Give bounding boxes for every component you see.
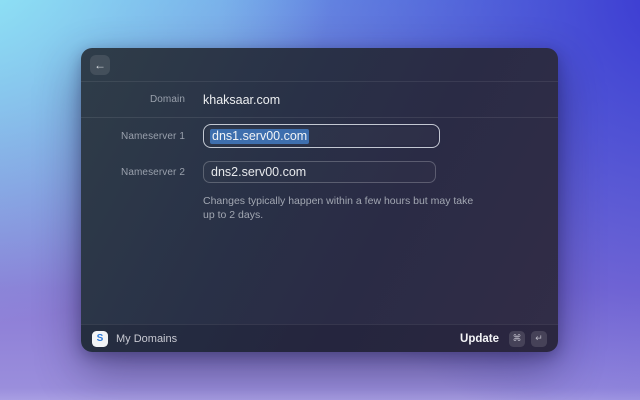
nameserver1-label: Nameserver 1 <box>121 130 185 142</box>
my-domains-edit-window: ← Domain khaksaar.com Nameserver 1 dns1.… <box>81 48 558 352</box>
command-key-icon: ⌘ <box>509 330 525 347</box>
app-name: My Domains <box>116 332 178 345</box>
domain-value: khaksaar.com <box>203 92 281 107</box>
update-button[interactable]: Update <box>460 333 499 345</box>
domain-label: Domain <box>149 94 185 105</box>
window-header: ← <box>81 48 558 82</box>
serv00-logo-letter: S <box>96 333 104 344</box>
nameserver1-input[interactable]: dns1.serv00.com <box>203 124 440 148</box>
domain-row: Domain khaksaar.com <box>81 82 558 118</box>
nameserver1-row: Nameserver 1 dns1.serv00.com <box>81 124 558 148</box>
nameserver2-input[interactable]: dns2.serv00.com <box>203 161 436 183</box>
footer-actions: Update ⌘ ↵ <box>460 330 547 347</box>
enter-key-icon: ↵ <box>531 330 547 347</box>
app-chip: S My Domains <box>92 330 178 347</box>
window-footer: S My Domains Update ⌘ ↵ <box>81 324 558 352</box>
back-button[interactable]: ← <box>90 54 110 75</box>
help-text: Changes typically happen within a few ho… <box>203 194 503 222</box>
back-arrow-icon: ← <box>94 57 106 72</box>
nameserver1-input-inner: dns1.serv00.com <box>206 127 437 145</box>
nameserver2-label: Nameserver 2 <box>121 166 185 178</box>
nameserver2-text: dns2.serv00.com <box>211 165 307 179</box>
nameserver1-selected-text: dns1.serv00.com <box>210 128 310 144</box>
serv00-app-icon: S <box>92 330 108 347</box>
help-text-line1: Changes typically happen within a few ho… <box>203 195 474 207</box>
help-text-line2: up to 2 days. <box>203 209 264 221</box>
nameserver2-row: Nameserver 2 dns2.serv00.com <box>81 161 558 183</box>
